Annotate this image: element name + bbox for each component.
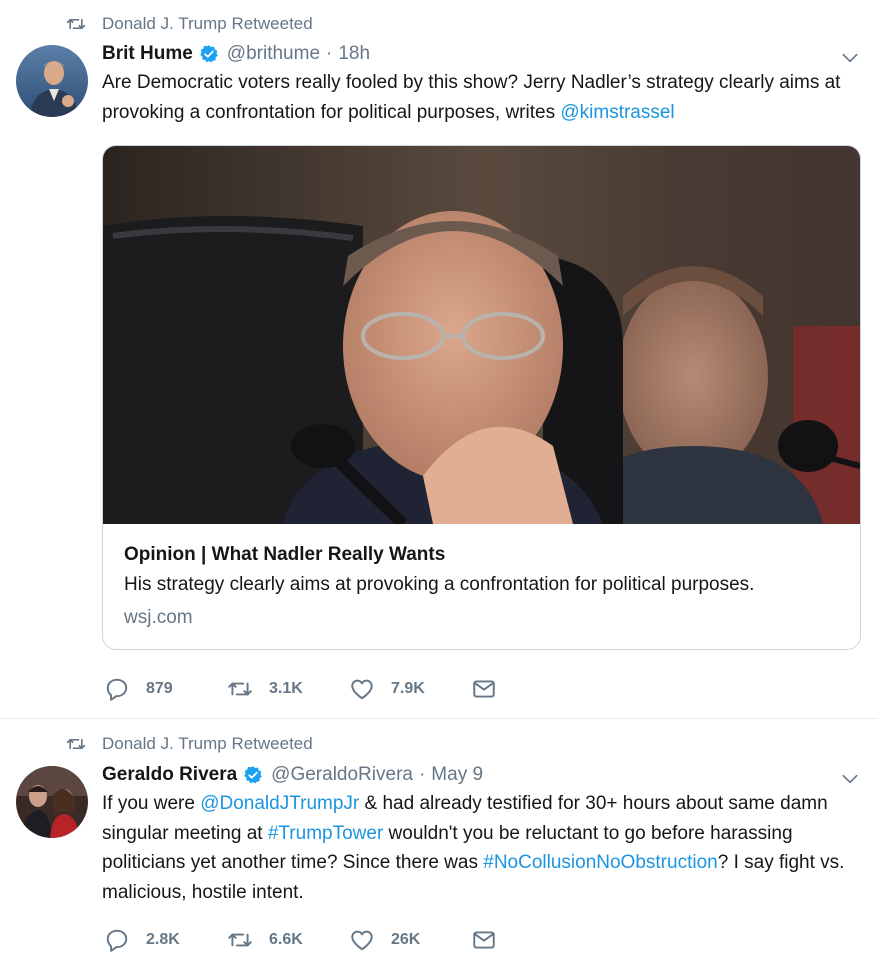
tweet[interactable]: Donald J. Trump Retweeted Brit Hume @bri… [0,0,878,718]
tweet-actions: 879 3.1K 7.9K [104,676,513,702]
retweet-context-label: Donald J. Trump Retweeted [102,14,313,33]
retweet-icon [66,739,86,749]
card-image [103,146,860,524]
timestamp[interactable]: 18h [338,43,370,65]
like-button[interactable]: 7.9K [349,676,471,702]
avatar[interactable] [16,766,88,838]
card-title: Opinion | What Nadler Really Wants [124,544,446,565]
verified-badge-icon [200,45,218,63]
chevron-down-icon[interactable] [840,48,860,68]
card-domain: wsj.com [124,607,193,628]
like-button[interactable]: 26K [349,927,471,953]
mention-link[interactable]: @DonaldJTrumpJr [200,793,359,814]
heart-icon [351,679,373,700]
heart-icon [351,930,373,951]
tweet-actions: 2.8K 6.6K 26K [104,927,513,953]
tweet-text: Are Democratic voters really fooled by t… [102,68,862,127]
direct-message-button[interactable] [471,676,513,702]
envelope-icon [473,680,495,698]
chevron-down-icon[interactable] [840,769,860,789]
hashtag-link[interactable]: #TrumpTower [268,823,383,844]
retweet-count: 3.1K [269,680,303,697]
tweet-header: Brit Hume @brithume · 18h [102,40,370,68]
tweet-text-segment: If you were [102,793,201,814]
retweet-icon [228,933,252,947]
tweet[interactable]: Donald J. Trump Retweeted Geraldo Rivera… [0,719,878,966]
retweet-button[interactable]: 6.6K [227,927,349,953]
retweet-context: Donald J. Trump Retweeted [66,13,313,35]
author-name[interactable]: Brit Hume [102,43,193,65]
reply-count: 2.8K [146,931,180,948]
retweet-button[interactable]: 3.1K [227,676,349,702]
envelope-icon [473,931,495,949]
reply-icon [106,929,128,952]
reply-icon [106,678,128,701]
reply-button[interactable]: 2.8K [104,927,227,953]
mention-link[interactable]: @kimstrassel [560,102,674,123]
reply-button[interactable]: 879 [104,676,227,702]
retweet-icon [228,682,252,696]
hashtag-link[interactable]: #NoCollusionNoObstruction [483,852,717,873]
separator: · [326,43,333,64]
retweet-icon [66,19,86,29]
avatar[interactable] [16,45,88,117]
card-description: His strategy clearly aims at provoking a… [124,574,755,595]
link-card[interactable]: Opinion | What Nadler Really Wants His s… [102,145,861,650]
verified-badge-icon [244,766,262,784]
timestamp[interactable]: May 9 [431,764,483,786]
author-handle[interactable]: @GeraldoRivera [271,764,413,786]
reply-count: 879 [146,680,173,697]
tweet-header: Geraldo Rivera @GeraldoRivera · May 9 [102,761,483,789]
retweet-context: Donald J. Trump Retweeted [66,733,313,755]
separator: · [418,764,426,785]
tweet-text: If you were @DonaldJTrumpJr & had alread… [102,789,862,907]
like-count: 26K [391,931,421,948]
direct-message-button[interactable] [471,927,513,953]
retweet-count: 6.6K [269,931,303,948]
author-name[interactable]: Geraldo Rivera [102,764,237,786]
author-handle[interactable]: @brithume [227,43,320,65]
retweet-context-label: Donald J. Trump Retweeted [102,734,313,753]
tweet-text-segment: Are Democratic voters really fooled by t… [102,72,841,123]
like-count: 7.9K [391,680,425,697]
